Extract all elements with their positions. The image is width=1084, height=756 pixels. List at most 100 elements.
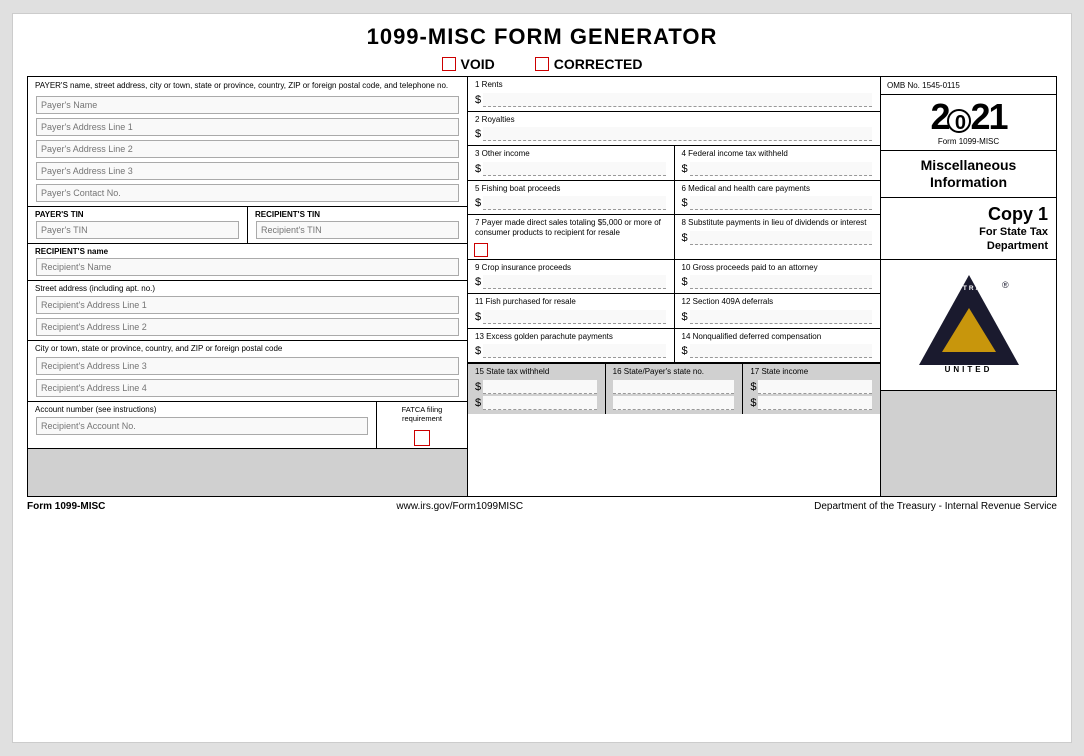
field-1-label: 1 Rents — [472, 79, 876, 91]
corrected-checkbox-label[interactable]: CORRECTED — [535, 56, 643, 72]
field-1-line — [483, 93, 872, 107]
payer-contact-input[interactable] — [36, 184, 459, 202]
tin-row: PAYER'S TIN RECIPIENT'S TIN — [28, 207, 467, 244]
omb-text: OMB No. 1545-0115 — [887, 81, 1050, 90]
field-11-label: 11 Fish purchased for resale — [472, 296, 670, 308]
field-1-cell: 1 Rents $ — [468, 77, 880, 111]
misc-info-title-line1: Miscellaneous — [889, 157, 1048, 174]
field-6-dollar: $ — [679, 196, 877, 210]
field-17-label: 17 State income — [747, 366, 876, 378]
corrected-checkbox[interactable] — [535, 57, 549, 71]
logo-section: ® ABSTRACT UNITED — [881, 260, 1056, 390]
dollar-sign-5: $ — [475, 197, 481, 209]
field-2-cell: 2 Royalties $ — [468, 112, 880, 146]
logo-container: ® ABSTRACT UNITED — [914, 270, 1024, 380]
field-6-cell: 6 Medical and health care payments $ — [675, 181, 881, 215]
payer-address3-input[interactable] — [36, 162, 459, 180]
payer-tin-input[interactable] — [36, 221, 239, 239]
copy-subtitle-line2: Department — [987, 240, 1048, 252]
misc-info-title-line2: Information — [889, 174, 1048, 191]
field-3-cell: 3 Other income $ — [468, 146, 675, 180]
field-12-label: 12 Section 409A deferrals — [679, 296, 877, 308]
field-5-cell: 5 Fishing boat proceeds $ — [468, 181, 675, 215]
account-input[interactable] — [36, 417, 368, 435]
recipient-tin-label: RECIPIENT'S TIN — [252, 209, 463, 219]
field-13-line — [483, 344, 665, 358]
field-1-dollar: $ — [472, 93, 876, 107]
recipient-tin-input[interactable] — [256, 221, 459, 239]
field-11-cell: 11 Fish purchased for resale $ — [468, 294, 675, 328]
field-10-cell: 10 Gross proceeds paid to an attorney $ — [675, 260, 881, 294]
dollar-sign-8: $ — [682, 232, 688, 244]
logo-svg: ® ABSTRACT — [914, 270, 1024, 370]
field-7-checkbox[interactable] — [474, 243, 488, 257]
year-suffix: 21 — [970, 96, 1006, 137]
payer-address2-input[interactable] — [36, 140, 459, 158]
mid-row-2: 2 Royalties $ — [468, 112, 880, 147]
fatca-checkbox[interactable] — [414, 430, 430, 446]
dollar-sign-17a: $ — [750, 381, 756, 393]
field-17-dollar2: $ — [747, 396, 876, 410]
field-6-label: 6 Medical and health care payments — [679, 183, 877, 195]
void-checkbox[interactable] — [442, 57, 456, 71]
page-title: 1099-MISC FORM GENERATOR — [27, 24, 1057, 50]
footer-left: Form 1099-MISC — [27, 501, 105, 512]
field-13-cell: 13 Excess golden parachute payments $ — [468, 329, 675, 363]
payer-name-input[interactable] — [36, 96, 459, 114]
account-label: Account number (see instructions) — [32, 404, 372, 416]
field-12-line — [690, 310, 872, 324]
mid-row-1: 1 Rents $ — [468, 77, 880, 112]
field-4-dollar: $ — [679, 162, 877, 176]
mid-row-3-4: 3 Other income $ 4 Federal income tax wi… — [468, 146, 880, 181]
field-10-label: 10 Gross proceeds paid to an attorney — [679, 262, 877, 274]
field-16-label: 16 State/Payer's state no. — [610, 366, 739, 378]
field-4-cell: 4 Federal income tax withheld $ — [675, 146, 881, 180]
dollar-sign-15a: $ — [475, 381, 481, 393]
field-11-line — [483, 310, 665, 324]
dollar-sign-1: $ — [475, 94, 481, 106]
field-17-dollar1: $ — [747, 380, 876, 394]
payer-description: PAYER'S name, street address, city or to… — [32, 80, 463, 92]
field-9-cell: 9 Crop insurance proceeds $ — [468, 260, 675, 294]
copy-title: Copy 1 — [889, 204, 1048, 225]
void-checkbox-label[interactable]: VOID — [442, 56, 495, 72]
city2-input[interactable] — [36, 379, 459, 397]
misc-info-section: Miscellaneous Information — [881, 151, 1056, 198]
field-17b-line — [758, 396, 872, 410]
dollar-sign-3: $ — [475, 163, 481, 175]
footer-right: Department of the Treasury - Internal Re… — [814, 501, 1057, 512]
fatca-section: FATCA filing requirement — [377, 402, 467, 448]
street2-input[interactable] — [36, 318, 459, 336]
field-7-label: 7 Payer made direct sales totaling $5,00… — [472, 217, 670, 238]
city-label: City or town, state or province, country… — [32, 343, 463, 355]
col-mid: 1 Rents $ 2 Royalties $ — [468, 77, 881, 496]
field-15-dollar2: $ — [472, 396, 601, 410]
year-circle: 0 — [947, 109, 971, 133]
dollar-sign-14: $ — [682, 345, 688, 357]
copy-section: Copy 1 For State Tax Department — [881, 198, 1056, 261]
dollar-sign-6: $ — [682, 197, 688, 209]
field-14-dollar: $ — [679, 344, 877, 358]
form-body: PAYER'S name, street address, city or to… — [27, 76, 1057, 497]
recipient-name-section: RECIPIENT'S name — [28, 244, 467, 281]
logo-abstract-text: ABSTRACT — [943, 285, 995, 292]
year-prefix: 2 — [930, 96, 948, 137]
city-section: City or town, state or province, country… — [28, 341, 467, 402]
field-4-line — [690, 162, 872, 176]
city1-input[interactable] — [36, 357, 459, 375]
field-17-cell: 17 State income $ $ — [743, 364, 880, 414]
payer-address1-input[interactable] — [36, 118, 459, 136]
field-14-cell: 14 Nonqualified deferred compensation $ — [675, 329, 881, 363]
dollar-sign-4: $ — [682, 163, 688, 175]
field-5-label: 5 Fishing boat proceeds — [472, 183, 670, 195]
street1-input[interactable] — [36, 296, 459, 314]
payer-top: PAYER'S name, street address, city or to… — [28, 77, 467, 207]
field-5-line — [483, 196, 665, 210]
year-section: 2021 Form 1099-MISC — [881, 95, 1056, 151]
field-6-line — [690, 196, 872, 210]
field-10-line — [690, 275, 872, 289]
field-3-label: 3 Other income — [472, 148, 670, 160]
form-name: Form 1099-MISC — [887, 137, 1050, 146]
void-label: VOID — [461, 56, 495, 72]
recipient-name-input[interactable] — [36, 258, 459, 276]
